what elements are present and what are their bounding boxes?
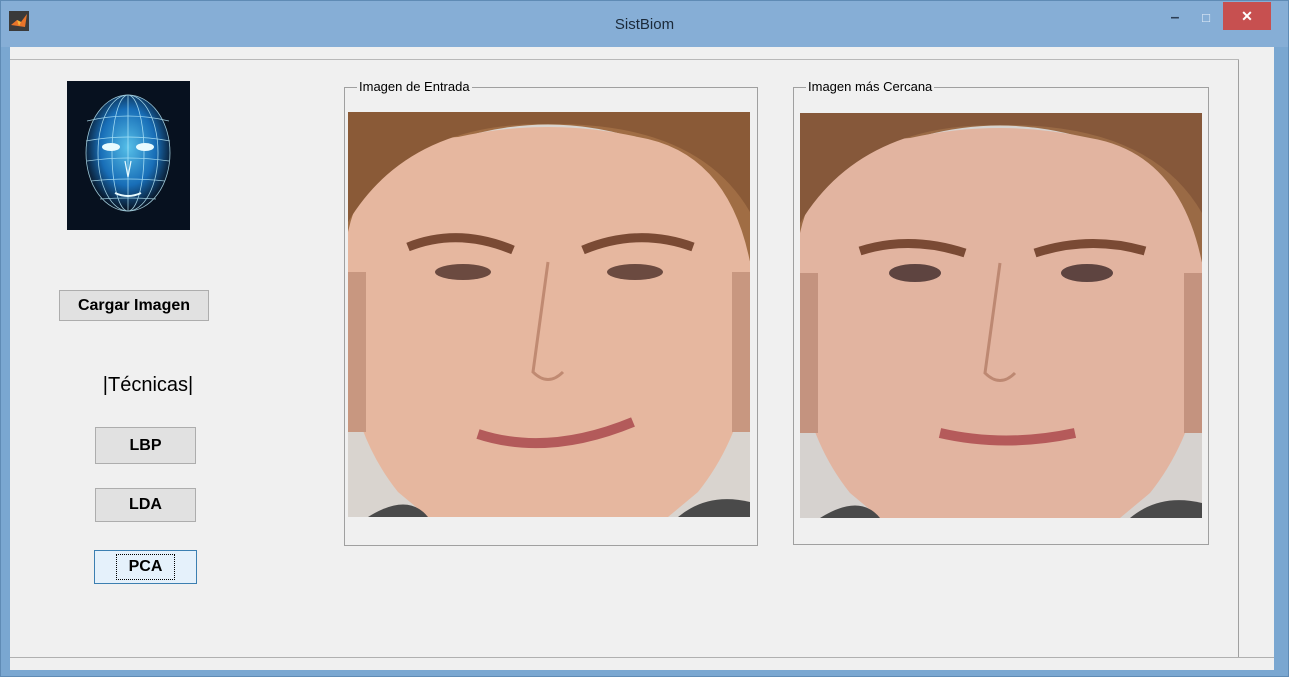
- window-title: SistBiom: [614, 16, 675, 33]
- panel-divider: [10, 59, 1239, 60]
- lbp-button[interactable]: LBP: [95, 427, 196, 464]
- pca-button-label: PCA: [115, 554, 176, 580]
- client-area: Cargar Imagen |Técnicas| LBP LDA PCA Ima…: [10, 47, 1274, 657]
- pca-button[interactable]: PCA: [94, 550, 197, 584]
- closest-image-panel-title: Imagen más Cercana: [806, 79, 935, 95]
- load-image-button[interactable]: Cargar Imagen: [59, 290, 209, 321]
- face-mesh-icon: [67, 81, 190, 230]
- minimize-button[interactable]: –: [1161, 3, 1189, 33]
- input-face-image: [348, 112, 750, 517]
- input-image-panel-title: Imagen de Entrada: [357, 79, 472, 95]
- title-bar[interactable]: SistBiom – □ ✕: [1, 1, 1288, 47]
- closest-face-image: [800, 113, 1202, 518]
- lda-button[interactable]: LDA: [95, 488, 196, 522]
- close-button[interactable]: ✕: [1223, 2, 1271, 30]
- status-strip: [10, 657, 1274, 670]
- techniques-label: |Técnicas|: [102, 374, 194, 396]
- app-window: SistBiom – □ ✕ Cargar Imagen |Técnicas| …: [0, 0, 1289, 677]
- panel-divider: [1238, 60, 1239, 657]
- maximize-button[interactable]: □: [1191, 3, 1221, 33]
